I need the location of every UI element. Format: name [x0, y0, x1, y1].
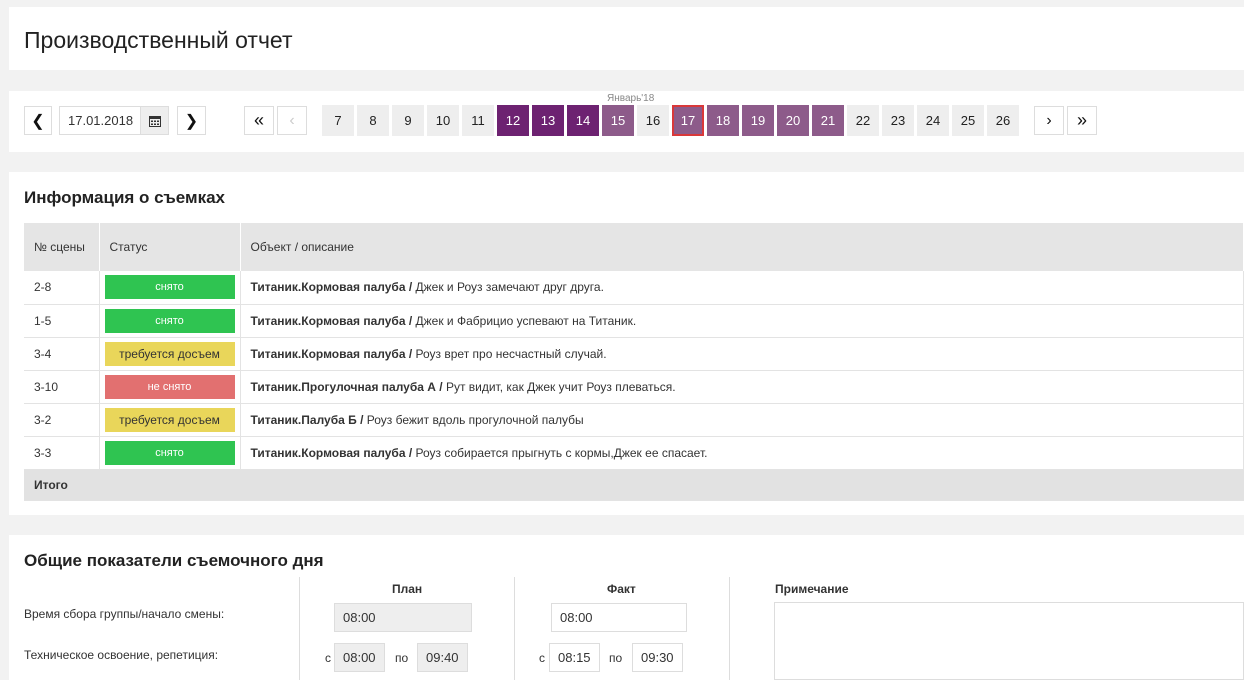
column-divider: [514, 577, 515, 680]
scene-number: 3-10: [24, 370, 100, 404]
day-18[interactable]: 18: [707, 105, 739, 136]
scene-number: 2-8: [24, 271, 100, 305]
day-20[interactable]: 20: [777, 105, 809, 136]
day-15[interactable]: 15: [602, 105, 634, 136]
rehearsal-label: Техническое освоение, репетиция:: [24, 648, 219, 662]
col-object: Объект / описание: [240, 223, 1244, 271]
day-10[interactable]: 10: [427, 105, 459, 136]
page-title: Производственный отчет: [24, 27, 293, 53]
day-19[interactable]: 19: [742, 105, 774, 136]
plan-from-field[interactable]: 08:00: [334, 643, 385, 672]
scene-description: Роуз собирается прыгнуть с кормы,Джек ее…: [412, 445, 708, 460]
table-row[interactable]: 1-5 снято Титаник.Кормовая палуба / Джек…: [24, 304, 1244, 338]
column-divider: [729, 577, 730, 680]
table-row[interactable]: 3-4 требуется досъем Титаник.Кормовая па…: [24, 337, 1244, 371]
last-page-button[interactable]: »: [1067, 106, 1097, 135]
scene-description: Джек и Фабрицио успевают на Титаник.: [412, 313, 637, 328]
plan-to-label: по: [395, 651, 409, 665]
fact-from-label: с: [539, 651, 545, 665]
status-badge: требуется досъем: [104, 407, 235, 432]
scenes-heading: Информация о съемках: [24, 188, 225, 207]
day-25[interactable]: 25: [952, 105, 984, 136]
column-divider: [299, 577, 300, 680]
plan-to-field[interactable]: 09:40: [417, 643, 468, 672]
scene-object: Титаник.Кормовая палуба /: [250, 445, 413, 460]
status-badge: снято: [104, 440, 235, 465]
scene-number: 3-2: [24, 403, 100, 437]
fact-to-label: по: [609, 651, 623, 665]
day-17-selected[interactable]: 17: [672, 105, 704, 136]
fact-start-field[interactable]: 08:00: [551, 603, 687, 632]
day-24[interactable]: 24: [917, 105, 949, 136]
status-badge: снято: [104, 275, 235, 300]
status-badge: требуется досъем: [104, 341, 235, 366]
day-13[interactable]: 13: [532, 105, 564, 136]
day-16[interactable]: 16: [637, 105, 669, 136]
day-21[interactable]: 21: [812, 105, 844, 136]
total-label: Итого: [24, 469, 1244, 501]
status-badge: не снято: [104, 374, 235, 399]
gathering-time-label: Время сбора группы/начало смены:: [24, 607, 225, 621]
plan-header: План: [392, 582, 423, 596]
day-heading: Общие показатели съемочного дня: [24, 551, 324, 570]
prev-page-button[interactable]: ‹: [277, 106, 307, 135]
day-23[interactable]: 23: [882, 105, 914, 136]
scene-object: Титаник.Кормовая палуба /: [250, 313, 413, 328]
fact-header: Факт: [607, 582, 636, 596]
scene-description: Роуз врет про несчастный случай.: [412, 346, 607, 361]
day-14[interactable]: 14: [567, 105, 599, 136]
next-date-button[interactable]: ❯: [177, 106, 206, 135]
month-label: Январь'18: [607, 93, 655, 104]
date-input[interactable]: 17.01.2018: [59, 106, 169, 135]
scene-object: Титаник.Кормовая палуба /: [250, 346, 413, 361]
date-value: 17.01.2018: [68, 113, 134, 128]
day-12[interactable]: 12: [497, 105, 529, 136]
table-row[interactable]: 3-10 не снято Титаник.Прогулочная палуба…: [24, 370, 1244, 404]
scene-number: 1-5: [24, 304, 100, 338]
table-row[interactable]: 3-3 снято Титаник.Кормовая палуба / Роуз…: [24, 436, 1244, 470]
scene-object: Титаник.Прогулочная палуба А /: [250, 379, 443, 394]
scene-description: Роуз бежит вдоль прогулочной палубы: [363, 412, 584, 427]
fact-to-field[interactable]: 09:30: [632, 643, 683, 672]
col-status: Статус: [99, 223, 241, 271]
fact-from-field[interactable]: 08:15: [549, 643, 600, 672]
table-header: № сцены Статус Объект / описание: [24, 223, 1244, 271]
day-26[interactable]: 26: [987, 105, 1019, 136]
scene-number: 3-3: [24, 436, 100, 470]
table-row[interactable]: 2-8 снято Титаник.Кормовая палуба / Джек…: [24, 271, 1244, 305]
day-11[interactable]: 11: [462, 105, 494, 136]
scene-number: 3-4: [24, 337, 100, 371]
table-row[interactable]: 3-2 требуется досъем Титаник.Палуба Б / …: [24, 403, 1244, 437]
scene-description: Джек и Роуз замечают друг друга.: [412, 280, 604, 295]
next-page-button[interactable]: ›: [1034, 106, 1064, 135]
day-8[interactable]: 8: [357, 105, 389, 136]
day-9[interactable]: 9: [392, 105, 424, 136]
note-header: Примечание: [775, 582, 849, 596]
date-navigation: ❮ 17.01.2018 ❯ « ‹ Январь'18 7 8 9 10 11…: [9, 91, 1244, 152]
note-textarea[interactable]: [774, 602, 1244, 680]
total-row: Итого: [24, 469, 1244, 501]
plan-from-label: с: [325, 651, 331, 665]
col-scene-number: № сцены: [24, 223, 100, 271]
calendar-icon[interactable]: [140, 107, 168, 134]
scene-description: Рут видит, как Джек учит Роуз плеваться.: [442, 379, 676, 394]
prev-date-button[interactable]: ❮: [24, 106, 52, 135]
scene-object: Титаник.Кормовая палуба /: [250, 280, 413, 295]
first-page-button[interactable]: «: [244, 106, 274, 135]
title-panel: Производственный отчет: [9, 7, 1244, 70]
status-badge: снято: [104, 308, 235, 333]
day-7[interactable]: 7: [322, 105, 354, 136]
day-22[interactable]: 22: [847, 105, 879, 136]
day-summary-panel: Общие показатели съемочного дня План Фак…: [9, 535, 1244, 680]
scene-object: Титаник.Палуба Б /: [250, 412, 364, 427]
scenes-panel: Информация о съемках № сцены Статус Объе…: [9, 172, 1244, 515]
scenes-table: № сцены Статус Объект / описание 2-8 сня…: [24, 223, 1244, 501]
plan-start-field[interactable]: 08:00: [334, 603, 472, 632]
